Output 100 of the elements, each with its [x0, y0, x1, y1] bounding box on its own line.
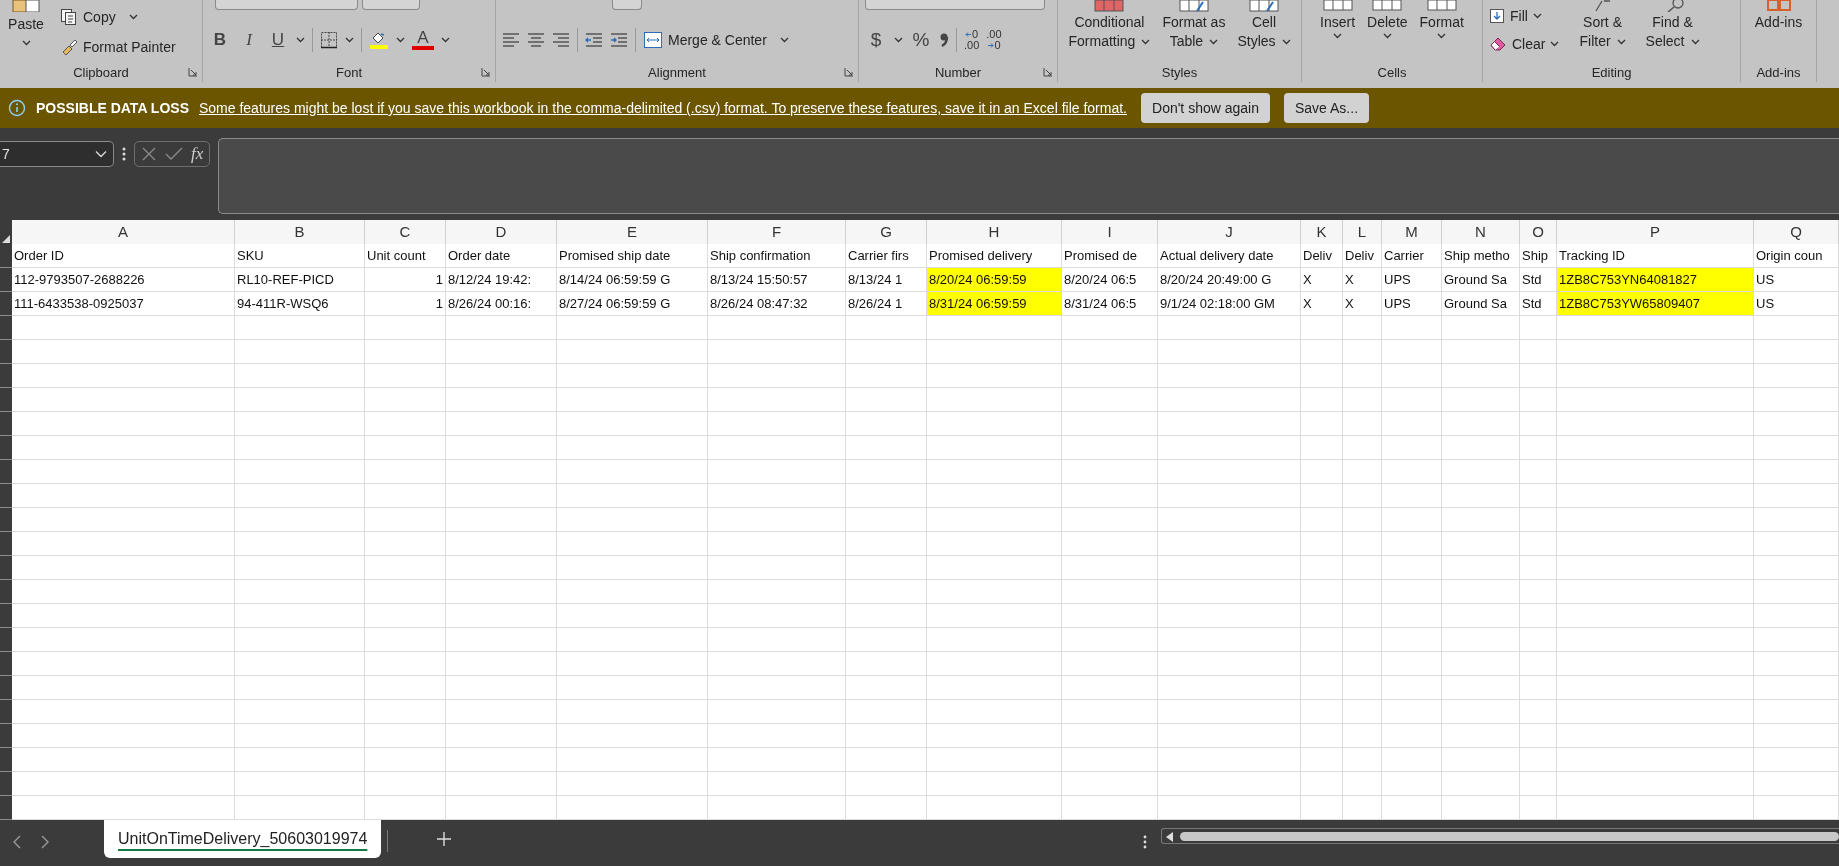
- orientation-field[interactable]: [612, 0, 642, 10]
- underline-button[interactable]: U: [267, 30, 289, 50]
- row-header[interactable]: [0, 652, 12, 676]
- format-as-table-button[interactable]: Format as Table: [1162, 0, 1226, 62]
- decrease-decimal-button[interactable]: .00 0: [986, 29, 1002, 51]
- row-header[interactable]: [0, 484, 12, 508]
- check-icon[interactable]: [165, 146, 183, 162]
- table-cell: UPS: [1382, 292, 1442, 316]
- table-cell: 1ZB8C753YW65809407: [1557, 292, 1754, 316]
- font-color-button[interactable]: A: [412, 30, 434, 50]
- scrollbar-thumb[interactable]: [1180, 831, 1839, 841]
- sort-filter-button[interactable]: Sort & Filter: [1579, 0, 1626, 62]
- bold-button[interactable]: B: [209, 30, 231, 50]
- currency-button[interactable]: $: [865, 29, 887, 51]
- row-header[interactable]: [0, 700, 12, 724]
- add-ins-button[interactable]: Add-ins: [1754, 0, 1803, 62]
- align-right-icon[interactable]: [552, 32, 570, 48]
- chevron-down-icon[interactable]: [128, 14, 138, 20]
- row-header[interactable]: [0, 772, 12, 796]
- align-center-icon[interactable]: [527, 32, 545, 48]
- row-header[interactable]: [0, 724, 12, 748]
- chevron-down-icon[interactable]: [21, 40, 31, 46]
- chevron-left-icon[interactable]: [12, 834, 22, 850]
- copy-button[interactable]: Copy: [60, 8, 116, 26]
- dialog-launcher-icon[interactable]: [1043, 67, 1053, 77]
- chevron-down-icon[interactable]: [779, 37, 789, 43]
- message-link[interactable]: Some features might be lost if you save this workbook in the comma-delimited (.csv) format. To preserve these features, save it in an Excel file format.: [199, 100, 1127, 116]
- paint-bucket-icon[interactable]: [369, 30, 389, 50]
- row-header[interactable]: [0, 628, 12, 652]
- format-painter-button[interactable]: Format Painter: [60, 38, 176, 56]
- row-header[interactable]: [0, 388, 12, 412]
- table-cell: 8/31/24 06:5: [1062, 292, 1158, 316]
- number-format-field[interactable]: [865, 0, 1045, 10]
- merge-center-button[interactable]: Merge & Center: [643, 31, 767, 49]
- sheet-tab[interactable]: UnitOnTimeDelivery_50603019974: [104, 820, 382, 858]
- clear-button[interactable]: Clear: [1489, 36, 1560, 52]
- find-select-button[interactable]: Find & Select: [1645, 0, 1700, 62]
- row-header[interactable]: [0, 316, 12, 340]
- increase-decimal-button[interactable]: 0 .00: [964, 29, 980, 51]
- table-cell: 8/31/24 06:59:59: [927, 292, 1062, 316]
- name-box[interactable]: 7: [0, 141, 114, 167]
- font-name-field[interactable]: [215, 0, 358, 10]
- chevron-down-icon[interactable]: [396, 37, 405, 43]
- chevron-down-icon[interactable]: [345, 37, 354, 43]
- dialog-launcher-icon[interactable]: [481, 67, 491, 77]
- more-options-icon[interactable]: [122, 146, 126, 162]
- row-header[interactable]: [0, 292, 12, 316]
- chevron-down-icon[interactable]: [296, 37, 305, 43]
- row-header[interactable]: [0, 580, 12, 604]
- row-header[interactable]: [0, 436, 12, 460]
- table-icon: [1178, 0, 1209, 12]
- table-cell: 8/14/24 06:59:59 G: [557, 268, 708, 292]
- font-size-field[interactable]: [362, 0, 420, 10]
- more-options-icon[interactable]: [1143, 835, 1147, 849]
- chevron-down-icon[interactable]: [441, 37, 450, 43]
- group-label: Font: [335, 64, 363, 80]
- italic-button[interactable]: I: [238, 30, 260, 50]
- chevron-down-icon: [1550, 41, 1560, 47]
- row-header[interactable]: [0, 556, 12, 580]
- percent-button[interactable]: %: [910, 29, 932, 51]
- increase-indent-icon[interactable]: [610, 32, 628, 48]
- cancel-icon[interactable]: [141, 146, 157, 162]
- table-cell: X: [1343, 292, 1382, 316]
- delete-button[interactable]: Delete: [1367, 0, 1408, 62]
- row-header[interactable]: [0, 796, 12, 820]
- dialog-launcher-icon[interactable]: [188, 67, 198, 77]
- row-header[interactable]: [0, 748, 12, 772]
- row-header[interactable]: [0, 604, 12, 628]
- row-header[interactable]: [0, 340, 12, 364]
- row-header[interactable]: [0, 460, 12, 484]
- align-left-icon[interactable]: [502, 32, 520, 48]
- chevron-down-icon[interactable]: [894, 37, 903, 43]
- conditional-formatting-button[interactable]: Conditional Formatting: [1068, 0, 1151, 62]
- row-header[interactable]: [0, 532, 12, 556]
- horizontal-scrollbar[interactable]: [1161, 828, 1839, 844]
- add-sheet-icon[interactable]: [436, 831, 453, 847]
- format-button[interactable]: Format: [1419, 0, 1464, 62]
- dont-show-again-button[interactable]: Don't show again: [1141, 93, 1270, 123]
- row-header[interactable]: [0, 364, 12, 388]
- row-header[interactable]: [0, 268, 12, 292]
- table-cell: Promised ship date: [557, 244, 708, 268]
- insert-function-button[interactable]: fx: [191, 144, 204, 164]
- row-header[interactable]: [0, 412, 12, 436]
- row-header[interactable]: [0, 676, 12, 700]
- formula-input[interactable]: [218, 138, 1839, 214]
- cell-styles-button[interactable]: Cell Styles: [1237, 0, 1291, 62]
- table-cell: 9/1/24 02:18:00 GM: [1158, 292, 1301, 316]
- fill-button[interactable]: Fill: [1489, 8, 1560, 24]
- paste-button[interactable]: Paste: [8, 16, 44, 32]
- scroll-left-icon[interactable]: [1166, 831, 1174, 842]
- borders-icon[interactable]: [320, 31, 338, 49]
- table-icon: [1372, 0, 1403, 12]
- save-as-button[interactable]: Save As...: [1284, 93, 1370, 123]
- group-label: Clipboard: [72, 64, 130, 80]
- decrease-indent-icon[interactable]: [585, 32, 603, 48]
- chevron-right-icon[interactable]: [40, 834, 50, 850]
- comma-icon[interactable]: [939, 32, 949, 48]
- dialog-launcher-icon[interactable]: [844, 67, 854, 77]
- insert-button[interactable]: Insert: [1320, 0, 1356, 62]
- row-header[interactable]: [0, 508, 12, 532]
